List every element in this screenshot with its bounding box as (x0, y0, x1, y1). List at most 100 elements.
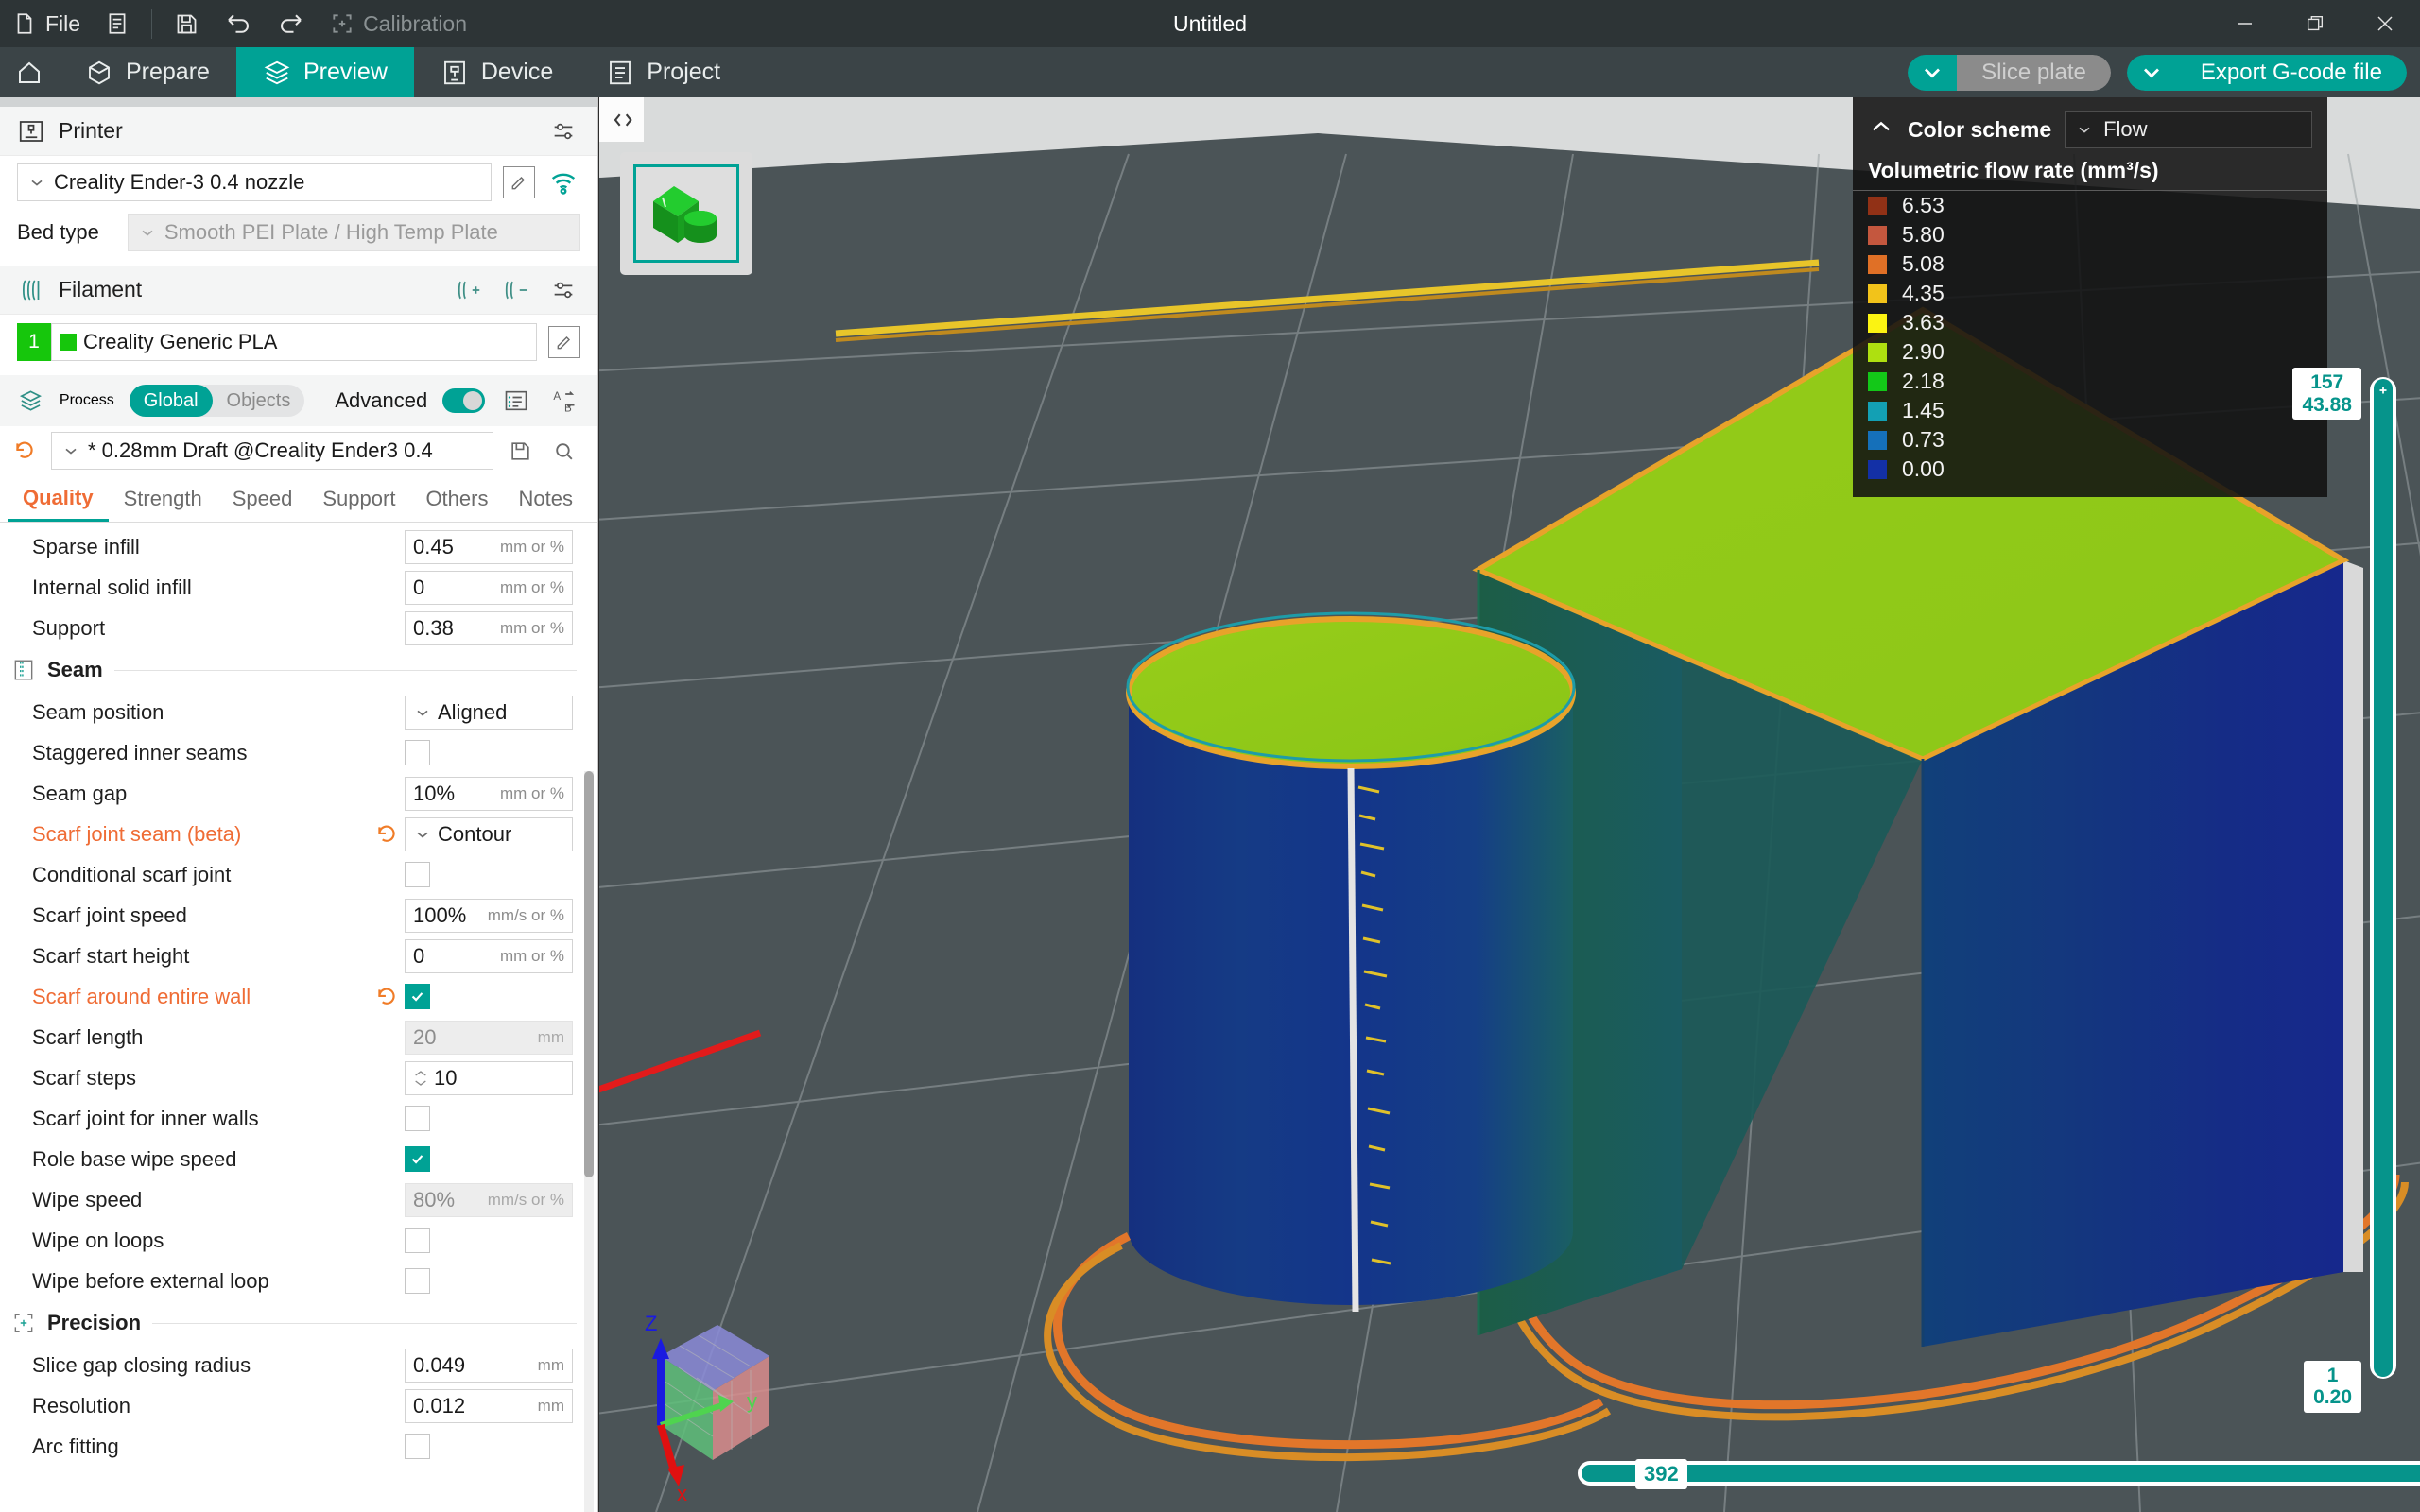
3d-preview-viewport[interactable]: Color scheme Flow Volumetric flow rate (… (599, 97, 2420, 1512)
nav-tab-project[interactable]: Project (579, 47, 747, 97)
setting-value-input[interactable]: 100% mm/s or % (405, 898, 573, 933)
setting-checkbox[interactable] (405, 740, 430, 765)
layer-slider-bottom-layer: 1 (2326, 1364, 2339, 1386)
setting-value-input[interactable]: 10% mm or % (405, 776, 573, 811)
setting-label: Seam position (32, 699, 164, 724)
legend-value: 0.73 (1902, 427, 1945, 452)
save-preset-button[interactable] (503, 434, 537, 468)
nav-tab-prepare[interactable]: Prepare (59, 47, 236, 97)
tab-strength[interactable]: Strength (109, 476, 217, 522)
reset-to-default-button[interactable] (374, 822, 403, 847)
minimize-button[interactable] (2210, 0, 2280, 47)
document-button[interactable] (93, 0, 142, 47)
slice-plate-button[interactable]: Slice plate (1957, 54, 2111, 91)
setting-value-input[interactable]: 80% mm/s or % (405, 1182, 573, 1217)
reset-to-default-button[interactable] (374, 985, 403, 1009)
color-scheme-select[interactable]: Flow (2065, 111, 2312, 148)
process-scope-toggle[interactable]: Global Objects (129, 385, 305, 417)
nav-tab-preview[interactable]: Preview (235, 47, 414, 97)
setting-label: Scarf joint speed (32, 902, 187, 927)
slice-plate-dropdown-arrow[interactable] (1908, 54, 1958, 91)
setting-unit: mm or % (500, 577, 564, 596)
setting-value-input[interactable]: 0 mm or % (405, 570, 573, 605)
setting-select[interactable]: Aligned (405, 695, 573, 730)
setting-control: 10 (405, 1060, 577, 1095)
setting-checkbox[interactable] (405, 1434, 430, 1459)
setting-select[interactable]: Contour (405, 816, 573, 851)
filament-settings-button[interactable] (546, 273, 580, 307)
setting-row: Seam position Aligned (0, 692, 597, 732)
setting-value-input[interactable]: 20 mm (405, 1020, 573, 1055)
spinner-arrows[interactable] (413, 1069, 428, 1088)
redo-button[interactable] (265, 0, 318, 47)
plate-thumbnail-1[interactable] (633, 164, 739, 263)
tab-notes[interactable]: Notes (503, 476, 587, 522)
legend-item: 4.35 (1853, 279, 2327, 308)
setting-unit: mm or % (500, 618, 564, 637)
tab-quality[interactable]: Quality (8, 476, 109, 522)
move-slider-track[interactable] (1578, 1461, 2420, 1486)
setting-value-input[interactable]: 0 mm or % (405, 938, 573, 973)
reset-process-button[interactable] (8, 434, 42, 468)
legend-value: 3.63 (1902, 310, 1945, 335)
edit-filament-button[interactable] (548, 326, 580, 358)
scope-objects-option[interactable]: Objects (213, 385, 305, 417)
scope-global-option[interactable]: Global (129, 385, 213, 417)
close-button[interactable] (2350, 0, 2420, 47)
layer-slider-lower-handle[interactable] (2374, 1354, 2393, 1377)
setting-checkbox[interactable] (405, 984, 430, 1009)
maximize-button[interactable] (2280, 0, 2350, 47)
search-settings-button[interactable] (546, 434, 580, 468)
setting-checkbox[interactable] (405, 1106, 430, 1131)
slice-plate-split-button[interactable]: Slice plate (1908, 54, 2111, 91)
file-menu-button[interactable]: File (0, 0, 93, 47)
legend-color-swatch (1868, 342, 1887, 362)
chevron-down-icon (31, 180, 43, 186)
bed-type-select[interactable]: Smooth PEI Plate / High Temp Plate (127, 214, 580, 251)
setting-spinner[interactable]: 10 (405, 1060, 573, 1095)
setting-value: Contour (438, 821, 512, 846)
process-preset-select[interactable]: * 0.28mm Draft @Creality Ender3 0.4 (51, 432, 493, 470)
remove-filament-button[interactable] (499, 273, 533, 307)
printer-preset-select[interactable]: Creality Ender-3 0.4 nozzle (17, 163, 492, 201)
setting-checkbox[interactable] (405, 862, 430, 887)
printer-settings-button[interactable] (546, 114, 580, 148)
chevron-down-icon (417, 710, 428, 716)
legend-collapse-button[interactable] (1868, 114, 1894, 146)
export-gcode-dropdown-arrow[interactable] (2126, 54, 2176, 91)
calibration-button[interactable]: Calibration (318, 0, 479, 47)
export-gcode-button[interactable]: Export G-code file (2175, 54, 2407, 91)
tab-others[interactable]: Others (410, 476, 503, 522)
filament-select[interactable]: Creality Generic PLA (51, 323, 537, 361)
setting-label: Support (32, 615, 106, 640)
tab-speed[interactable]: Speed (217, 476, 308, 522)
setting-value: 0.049 (413, 1352, 466, 1377)
printer-connection-button[interactable] (546, 165, 580, 199)
parameter-list-button[interactable] (500, 384, 533, 418)
legend-value: 2.18 (1902, 369, 1945, 393)
legend-subtitle: Volumetric flow rate (mm³/s) (1853, 156, 2327, 191)
settings-list: Sparse infill 0.45 mm or % Internal solid i… (0, 523, 597, 1512)
advanced-toggle[interactable] (442, 388, 485, 413)
export-gcode-split-button[interactable]: Export G-code file (2126, 54, 2407, 91)
add-filament-button[interactable] (452, 273, 486, 307)
layer-slider-upper-handle[interactable] (2374, 379, 2393, 402)
collapse-sidebar-button[interactable] (599, 97, 644, 142)
home-button[interactable] (0, 47, 59, 97)
setting-value-input[interactable]: 0.012 mm (405, 1388, 573, 1423)
setting-checkbox[interactable] (405, 1268, 430, 1294)
settings-scrollbar-thumb[interactable] (584, 771, 594, 1177)
setting-value-input[interactable]: 0.38 mm or % (405, 610, 573, 645)
setting-value-input[interactable]: 0.049 mm (405, 1348, 573, 1383)
setting-checkbox[interactable] (405, 1146, 430, 1172)
nav-tab-device[interactable]: Device (414, 47, 579, 97)
save-button[interactable] (162, 0, 212, 47)
edit-printer-button[interactable] (503, 166, 535, 198)
tab-support[interactable]: Support (307, 476, 410, 522)
layer-slider-track[interactable] (2370, 377, 2396, 1379)
setting-value-input[interactable]: 0.45 mm or % (405, 529, 573, 564)
undo-button[interactable] (212, 0, 265, 47)
filament-section-label: Filament (59, 277, 143, 301)
compare-presets-button[interactable]: AB (547, 384, 580, 418)
setting-checkbox[interactable] (405, 1228, 430, 1253)
